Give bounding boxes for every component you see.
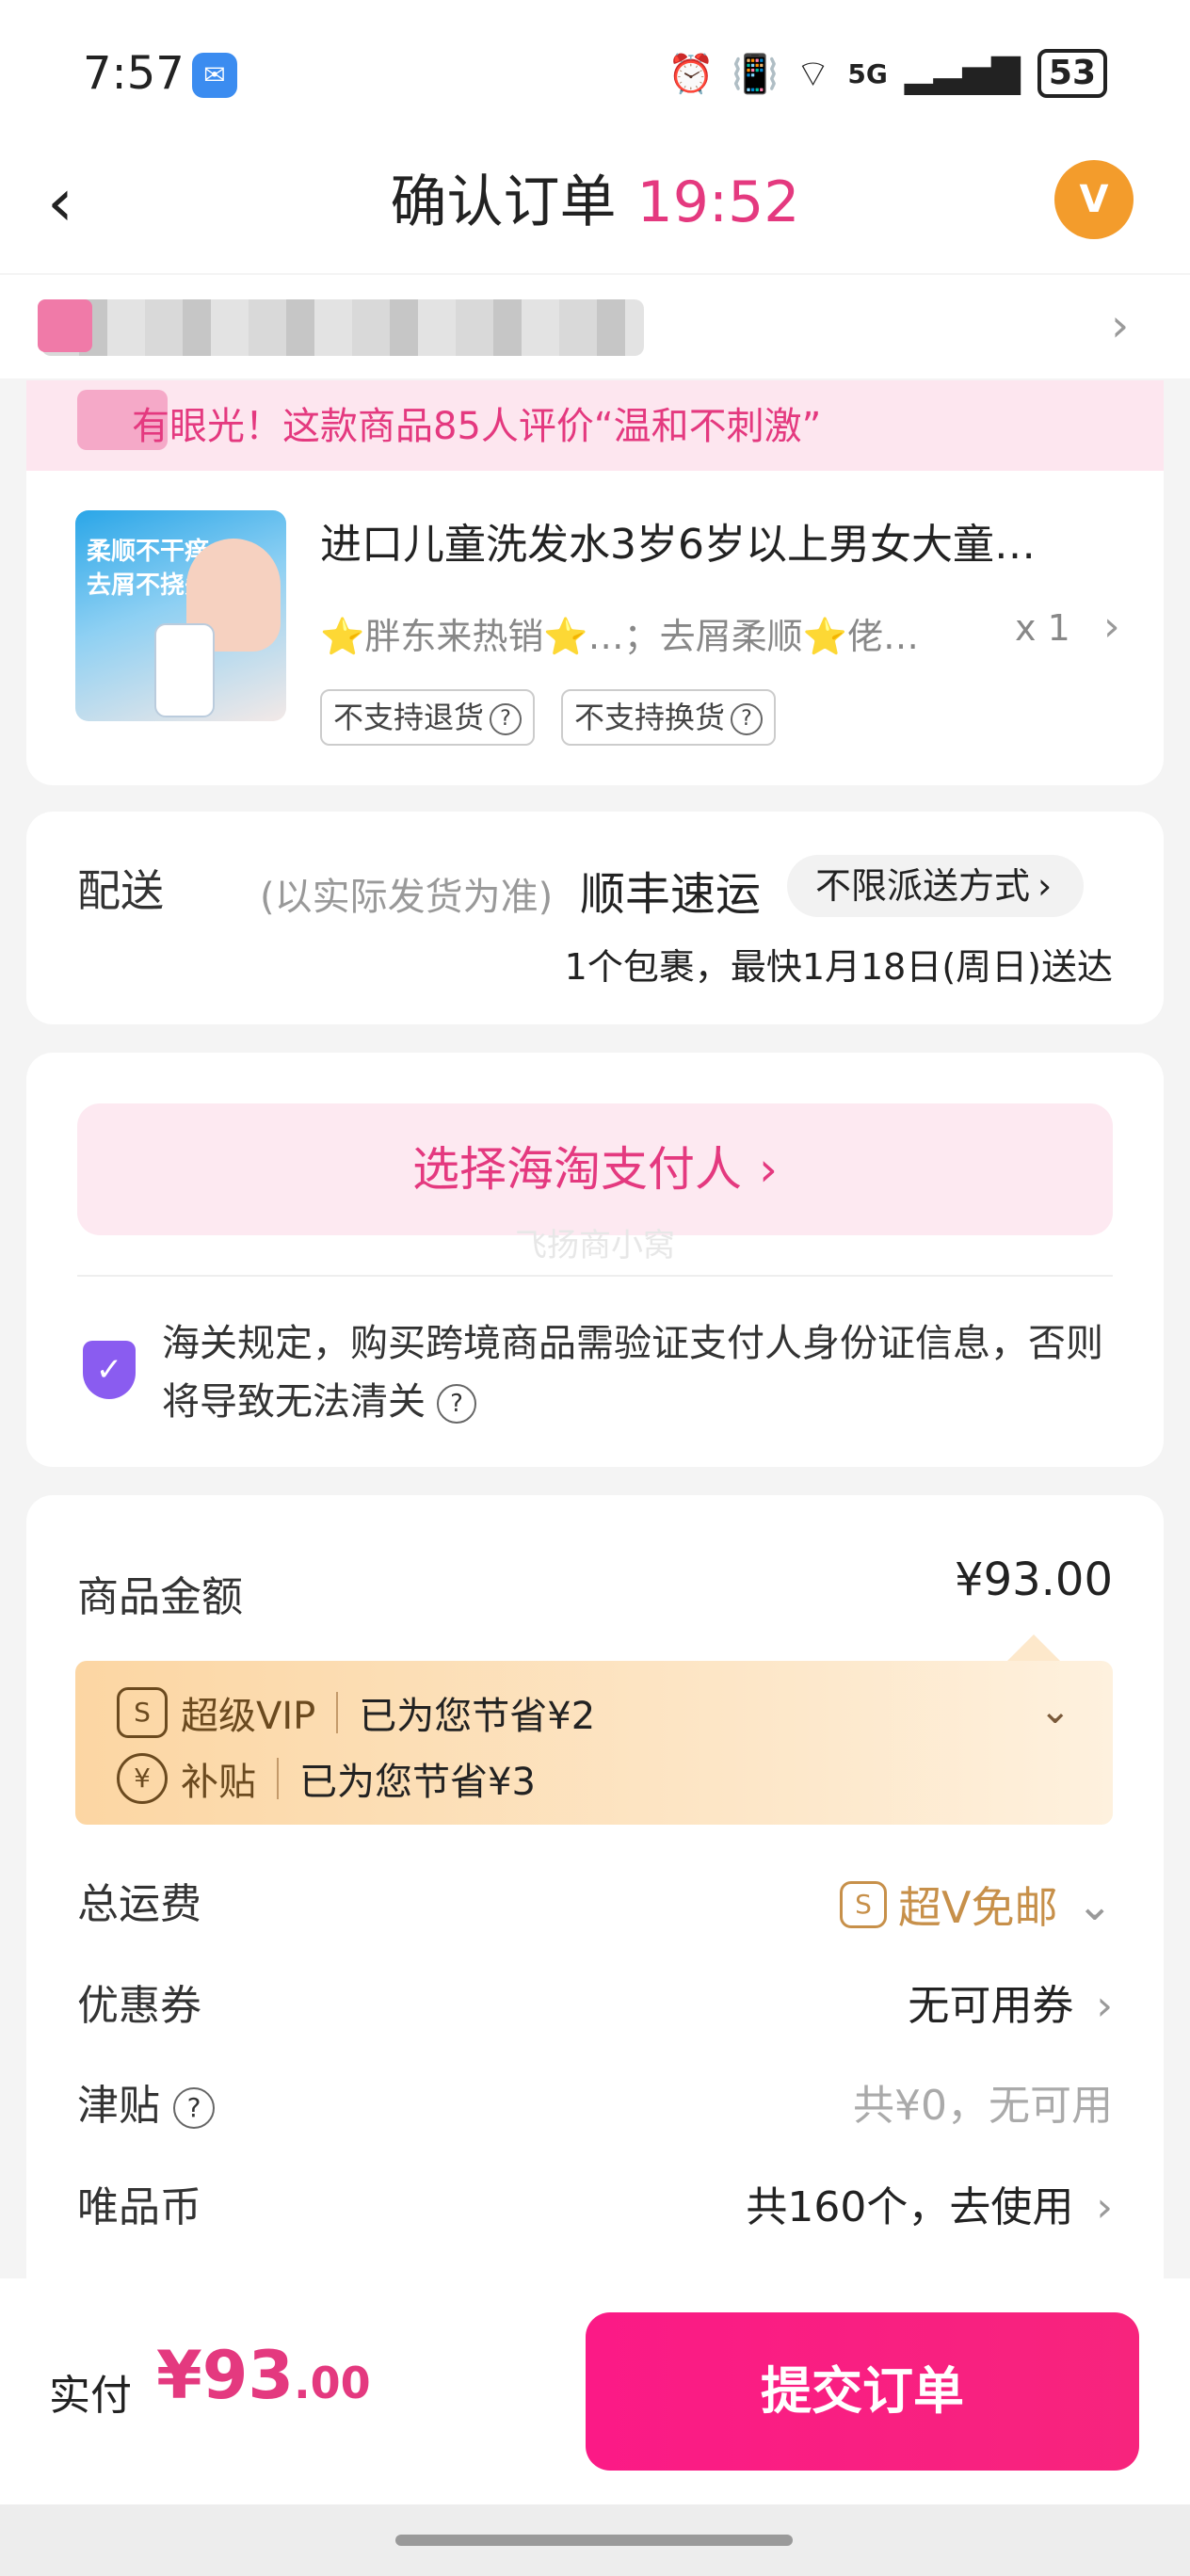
title-text: 确认订单 bbox=[390, 169, 617, 235]
wifi-icon: ⌔ bbox=[795, 53, 831, 96]
money-bag-icon: ¥ bbox=[117, 1753, 168, 1804]
help-icon: ? bbox=[490, 703, 523, 735]
chevron-right-icon: › bbox=[1037, 865, 1053, 907]
vip-coin-icon: S bbox=[117, 1687, 168, 1738]
chevron-right-icon: › bbox=[1096, 2183, 1113, 2231]
goods-amount-label: 商品金额 bbox=[77, 1573, 243, 1621]
product-chevron-icon[interactable]: › bbox=[1103, 603, 1120, 651]
status-time: 7:57 bbox=[83, 47, 185, 100]
home-indicator[interactable] bbox=[395, 2535, 793, 2546]
watermark: 飞扬商小窝 bbox=[515, 1227, 675, 1264]
product-quantity: x 1 bbox=[1015, 607, 1070, 649]
shipping-label: 总运费 bbox=[77, 1880, 201, 1928]
delivery-note: (以实际发货为准) bbox=[260, 876, 554, 919]
pay-label: 实付 bbox=[49, 2372, 132, 2420]
coin-value[interactable]: 共160个，去使用 › bbox=[746, 2173, 1113, 2233]
message-icon: ✉ bbox=[192, 53, 237, 98]
allowance-label: 津贴? bbox=[77, 2071, 215, 2132]
page-title: 确认订单 19:52 bbox=[0, 160, 1190, 245]
divider bbox=[77, 1275, 1113, 1277]
no-exchange-badge[interactable]: 不支持换货? bbox=[561, 689, 777, 746]
image-bottle bbox=[154, 623, 215, 717]
delivery-method-button[interactable]: 不限派送方式 › bbox=[787, 855, 1085, 917]
savings-subsidy-row: ¥ 补贴 已为您节省¥3 bbox=[117, 1751, 536, 1806]
select-payer-button[interactable]: 选择海淘支付人 › bbox=[77, 1103, 1113, 1235]
coupon-label: 优惠券 bbox=[77, 1982, 201, 2030]
help-icon[interactable]: ? bbox=[437, 1384, 476, 1424]
countdown-timer: 19:52 bbox=[636, 169, 800, 235]
chevron-right-icon: › bbox=[759, 1142, 778, 1197]
alarm-icon: ⏰ bbox=[667, 52, 715, 96]
delivery-eta: 1个包裹，最快1月18日(周日)送达 bbox=[564, 946, 1113, 988]
shipping-value[interactable]: S 超V免邮 ⌄ bbox=[839, 1874, 1113, 1936]
help-icon[interactable]: ? bbox=[173, 2087, 215, 2129]
savings-pointer bbox=[1007, 1634, 1060, 1661]
address-chevron-icon: › bbox=[1111, 299, 1130, 352]
chevron-down-icon: ⌄ bbox=[1076, 1879, 1113, 1930]
battery-indicator: 53 bbox=[1037, 49, 1107, 98]
goods-amount-value: ¥93.00 bbox=[955, 1554, 1113, 1606]
coin-label: 唯品币 bbox=[77, 2183, 201, 2231]
status-icons: ⏰ 📳 ⌔ 5G ▂▃▅▇ 53 bbox=[667, 49, 1107, 98]
location-pin-icon bbox=[38, 299, 92, 352]
product-name[interactable]: 进口儿童洗发水3岁6岁以上男女大童… bbox=[320, 510, 1036, 571]
customer-service-icon[interactable]: V bbox=[1054, 160, 1134, 239]
delivery-label: 配送 bbox=[77, 865, 164, 916]
review-banner-text: 有眼光！这款商品85人评价“温和不刺激” bbox=[132, 405, 822, 448]
signal-icon: ▂▃▅▇ bbox=[904, 52, 1021, 95]
savings-vip-row: S 超级VIP 已为您节省¥2 bbox=[117, 1685, 595, 1740]
product-image[interactable]: 柔顺不干痒 去屑不挠头 bbox=[75, 510, 286, 721]
pay-amount: ¥93.00 bbox=[156, 2337, 371, 2414]
shield-check-icon: ✓ bbox=[83, 1341, 136, 1399]
chevron-right-icon: › bbox=[1096, 1982, 1113, 2030]
vibrate-icon: 📳 bbox=[731, 52, 779, 96]
chevron-down-icon[interactable]: ⌄ bbox=[1039, 1689, 1071, 1732]
submit-order-button[interactable]: 提交订单 bbox=[586, 2312, 1139, 2471]
help-icon: ? bbox=[731, 703, 764, 735]
delivery-carrier: 顺丰速运 bbox=[580, 868, 762, 921]
signal-label: 5G bbox=[847, 57, 888, 89]
address-blurred bbox=[41, 299, 644, 356]
allowance-value: 共¥0，无可用 bbox=[853, 2082, 1113, 2130]
coupon-value[interactable]: 无可用券 › bbox=[908, 1972, 1113, 2032]
customs-notice: 海关规定，购买跨境商品需验证支付人身份证信息，否则将导致无法清关? bbox=[162, 1322, 1103, 1424]
no-return-badge[interactable]: 不支持退货? bbox=[320, 689, 536, 746]
vip-coin-icon: S bbox=[839, 1881, 887, 1928]
product-spec[interactable]: ⭐胖东来热销⭐…；去屑柔顺⭐佬… bbox=[320, 607, 919, 659]
